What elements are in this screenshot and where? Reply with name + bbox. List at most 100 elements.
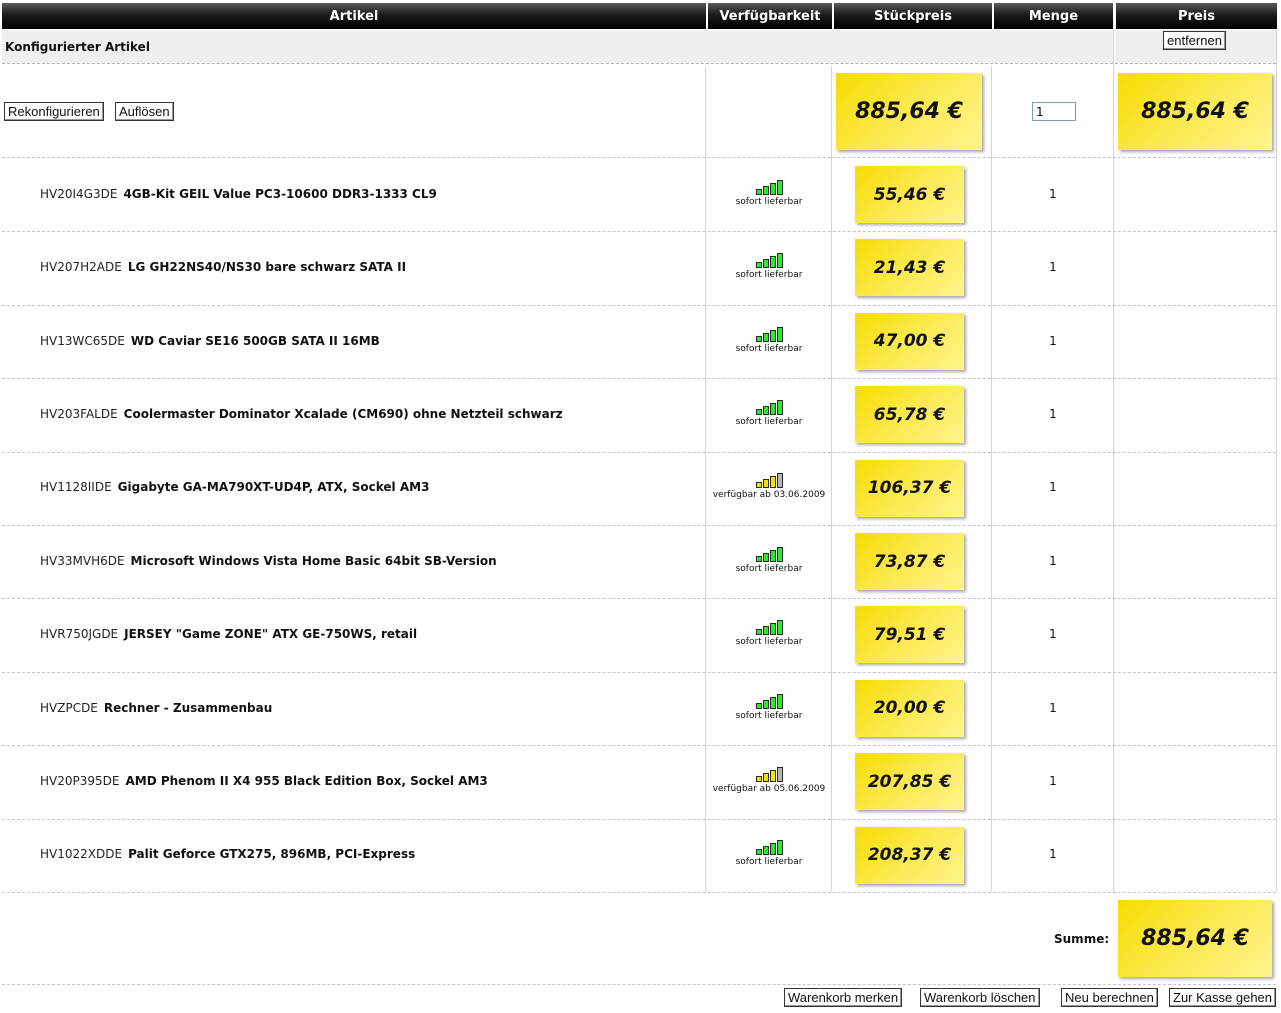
item-sku: HVR750JGDE bbox=[40, 627, 119, 642]
signal-bars-icon bbox=[707, 395, 831, 415]
signal-bar bbox=[755, 702, 762, 709]
signal-bars-icon bbox=[707, 689, 831, 709]
item-description: HV207H2ADE LG GH22NS40/NS30 bare schwarz … bbox=[40, 260, 406, 274]
recalculate-button[interactable]: Neu berechnen bbox=[1061, 988, 1158, 1007]
column-divider bbox=[831, 66, 832, 892]
item-unit-price: 106,37 € bbox=[855, 459, 964, 517]
availability-indicator: sofort lieferbar bbox=[707, 615, 831, 647]
item-name: 4GB-Kit GEIL Value PC3-10600 DDR3-1333 C… bbox=[123, 186, 437, 201]
signal-bar bbox=[776, 766, 783, 782]
signal-bar bbox=[762, 405, 769, 415]
item-name: JERSEY "Game ZONE" ATX GE-750WS, retail bbox=[124, 627, 418, 642]
signal-bar bbox=[769, 696, 776, 709]
row-divider bbox=[2, 671, 1276, 673]
row-divider bbox=[2, 818, 1276, 820]
signal-bars-icon bbox=[707, 615, 831, 636]
item-unit-price: 55,46 € bbox=[855, 166, 964, 223]
row-divider bbox=[2, 157, 1276, 158]
signal-bar bbox=[755, 262, 762, 269]
availability-indicator: sofort lieferbar bbox=[707, 835, 831, 867]
item-quantity: 1 bbox=[1049, 333, 1057, 348]
item-sku: HV20I4G3DE bbox=[40, 186, 118, 201]
item-unit-price: 21,43 € bbox=[855, 239, 964, 297]
dissolve-button[interactable]: Auflösen bbox=[115, 102, 174, 121]
clear-cart-button[interactable]: Warenkorb löschen bbox=[920, 988, 1040, 1007]
configured-quantity-input[interactable] bbox=[1032, 102, 1076, 121]
availability-indicator: sofort lieferbar bbox=[707, 395, 831, 427]
item-sku: HV33MVH6DE bbox=[40, 553, 125, 568]
signal-bar bbox=[776, 253, 783, 269]
summary-divider bbox=[2, 984, 1276, 985]
item-unit-price: 79,51 € bbox=[855, 606, 964, 664]
signal-bars-icon bbox=[707, 248, 831, 269]
header-preis: Preis bbox=[1116, 3, 1277, 29]
row-divider bbox=[2, 525, 1276, 526]
remember-cart-button[interactable]: Warenkorb merken bbox=[784, 988, 903, 1007]
item-description: HV203FALDE Coolermaster Dominator Xcalade… bbox=[40, 407, 563, 421]
item-name: LG GH22NS40/NS30 bare schwarz SATA II bbox=[127, 260, 407, 275]
item-sku: HV20P395DE bbox=[40, 773, 120, 788]
availability-label: verfügbar ab 03.06.2009 bbox=[712, 490, 826, 501]
item-quantity: 1 bbox=[1049, 773, 1057, 788]
signal-bar bbox=[776, 840, 783, 856]
column-divider bbox=[991, 66, 992, 892]
signal-bar bbox=[755, 849, 762, 856]
signal-bar bbox=[769, 329, 776, 342]
signal-bar bbox=[776, 473, 783, 489]
signal-bar bbox=[762, 332, 769, 342]
configured-unit-price: 885,64 € bbox=[836, 73, 982, 150]
availability-indicator: sofort lieferbar bbox=[707, 542, 831, 574]
row-divider bbox=[2, 745, 1276, 747]
signal-bar bbox=[762, 185, 769, 195]
checkout-button[interactable]: Zur Kasse gehen bbox=[1169, 988, 1277, 1007]
header-menge: Menge bbox=[994, 3, 1113, 29]
remove-button[interactable]: entfernen bbox=[1163, 31, 1226, 50]
signal-bar bbox=[776, 399, 783, 415]
signal-bar bbox=[762, 479, 769, 489]
availability-indicator: sofort lieferbar bbox=[707, 175, 831, 207]
signal-bar bbox=[762, 846, 769, 856]
signal-bar bbox=[755, 335, 762, 342]
signal-bar bbox=[776, 620, 783, 636]
item-sku: HV13WC65DE bbox=[40, 333, 125, 348]
header-stueckpreis: Stückpreis bbox=[834, 3, 992, 29]
signal-bar bbox=[769, 182, 776, 195]
row-divider bbox=[2, 892, 1276, 893]
signal-bar bbox=[755, 555, 762, 562]
signal-bars-icon bbox=[707, 322, 831, 342]
item-sku: HV1128IIDE bbox=[40, 480, 112, 495]
signal-bar bbox=[762, 626, 769, 636]
item-sku: HV207H2ADE bbox=[40, 260, 122, 275]
item-name: Rechner - Zusammenbau bbox=[103, 700, 273, 715]
item-quantity: 1 bbox=[1049, 627, 1057, 642]
column-divider bbox=[1276, 30, 1277, 892]
header-artikel: Artikel bbox=[2, 3, 706, 29]
sum-total-price: 885,64 € bbox=[1118, 900, 1272, 977]
item-unit-price: 73,87 € bbox=[855, 533, 964, 590]
reconfigure-button[interactable]: Rekonfigurieren bbox=[4, 102, 104, 121]
item-unit-price: 208,37 € bbox=[855, 826, 964, 884]
signal-bar bbox=[755, 482, 762, 489]
availability-label: sofort lieferbar bbox=[735, 343, 803, 354]
item-quantity: 1 bbox=[1049, 480, 1057, 495]
item-description: HV1022XDDE Palit Geforce GTX275, 896MB, P… bbox=[40, 847, 415, 861]
signal-bar bbox=[762, 772, 769, 782]
availability-label: sofort lieferbar bbox=[735, 710, 803, 721]
item-sku: HV1022XDDE bbox=[40, 847, 123, 862]
item-quantity: 1 bbox=[1049, 847, 1057, 862]
availability-indicator: sofort lieferbar bbox=[707, 248, 831, 280]
item-description: HVR750JGDE JERSEY "Game ZONE" ATX GE-750W… bbox=[40, 627, 417, 641]
signal-bar bbox=[755, 408, 762, 415]
signal-bar bbox=[769, 769, 776, 782]
item-description: HVZPCDE Rechner - Zusammenbau bbox=[40, 701, 272, 715]
signal-bar bbox=[755, 188, 762, 195]
signal-bar bbox=[755, 629, 762, 636]
row-divider bbox=[2, 231, 1276, 233]
availability-label: sofort lieferbar bbox=[735, 196, 803, 207]
signal-bar bbox=[769, 476, 776, 489]
item-name: Palit Geforce GTX275, 896MB, PCI-Express bbox=[128, 847, 416, 862]
signal-bars-icon bbox=[707, 468, 831, 489]
availability-indicator: verfügbar ab 05.06.2009 bbox=[707, 762, 831, 794]
availability-indicator: verfügbar ab 03.06.2009 bbox=[707, 468, 831, 500]
row-divider bbox=[2, 378, 1276, 380]
